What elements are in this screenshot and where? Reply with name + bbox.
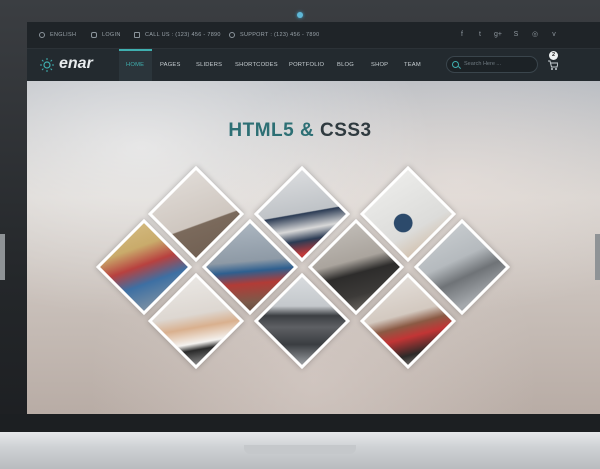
twitter-icon[interactable]: t bbox=[475, 22, 485, 48]
slider-prev-handle[interactable] bbox=[0, 234, 5, 280]
globe-icon bbox=[39, 31, 45, 38]
facebook-icon[interactable]: f bbox=[457, 22, 467, 48]
cart-count-badge: 2 bbox=[549, 51, 558, 60]
search-placeholder: Search Here ... bbox=[464, 61, 501, 67]
vimeo-icon[interactable]: v bbox=[549, 22, 559, 48]
cart-icon[interactable] bbox=[548, 59, 558, 71]
site-logo[interactable]: enar bbox=[59, 55, 93, 73]
chat-icon bbox=[229, 31, 235, 38]
nav-blog[interactable]: BLOG bbox=[337, 49, 354, 81]
nav-shop[interactable]: SHOP bbox=[371, 49, 388, 81]
webcam-dot bbox=[297, 12, 303, 18]
search-icon bbox=[452, 61, 459, 68]
language-selector[interactable]: ENGLISH bbox=[39, 22, 76, 48]
nav-sliders[interactable]: SLIDERS bbox=[196, 49, 222, 81]
nav-pages[interactable]: PAGES bbox=[160, 49, 181, 81]
laptop-frame: ENGLISH LOGIN CALL US : (123) 456 - 7890… bbox=[0, 0, 600, 469]
search-input[interactable]: Search Here ... bbox=[446, 56, 538, 73]
nav-shortcodes[interactable]: SHORTCODES bbox=[235, 49, 278, 81]
phone-icon bbox=[134, 31, 140, 38]
nav-team[interactable]: TEAM bbox=[404, 49, 421, 81]
hero-title: HTML5 & CSS3 bbox=[228, 120, 372, 141]
laptop-lid-notch bbox=[244, 445, 356, 454]
user-icon bbox=[91, 31, 97, 38]
github-icon[interactable]: ◎ bbox=[530, 22, 540, 48]
screen-bezel-bottom bbox=[0, 414, 600, 432]
sun-logo-icon bbox=[40, 58, 54, 72]
login-link[interactable]: LOGIN bbox=[91, 22, 121, 48]
slider-next-handle[interactable] bbox=[595, 234, 600, 280]
top-bar: ENGLISH LOGIN CALL US : (123) 456 - 7890… bbox=[27, 22, 600, 49]
nav-portfolio[interactable]: PORTFOLIO bbox=[289, 49, 324, 81]
skype-icon[interactable]: S bbox=[511, 22, 521, 48]
main-navbar: enar HOME PAGES SLIDERS SHORTCODES PORTF… bbox=[27, 49, 600, 81]
nav-home[interactable]: HOME bbox=[126, 49, 144, 81]
google-plus-icon[interactable]: g+ bbox=[493, 22, 503, 48]
support-info: SUPPORT : (123) 456 - 7890 bbox=[229, 22, 319, 48]
call-us-info: CALL US : (123) 456 - 7890 bbox=[134, 22, 221, 48]
